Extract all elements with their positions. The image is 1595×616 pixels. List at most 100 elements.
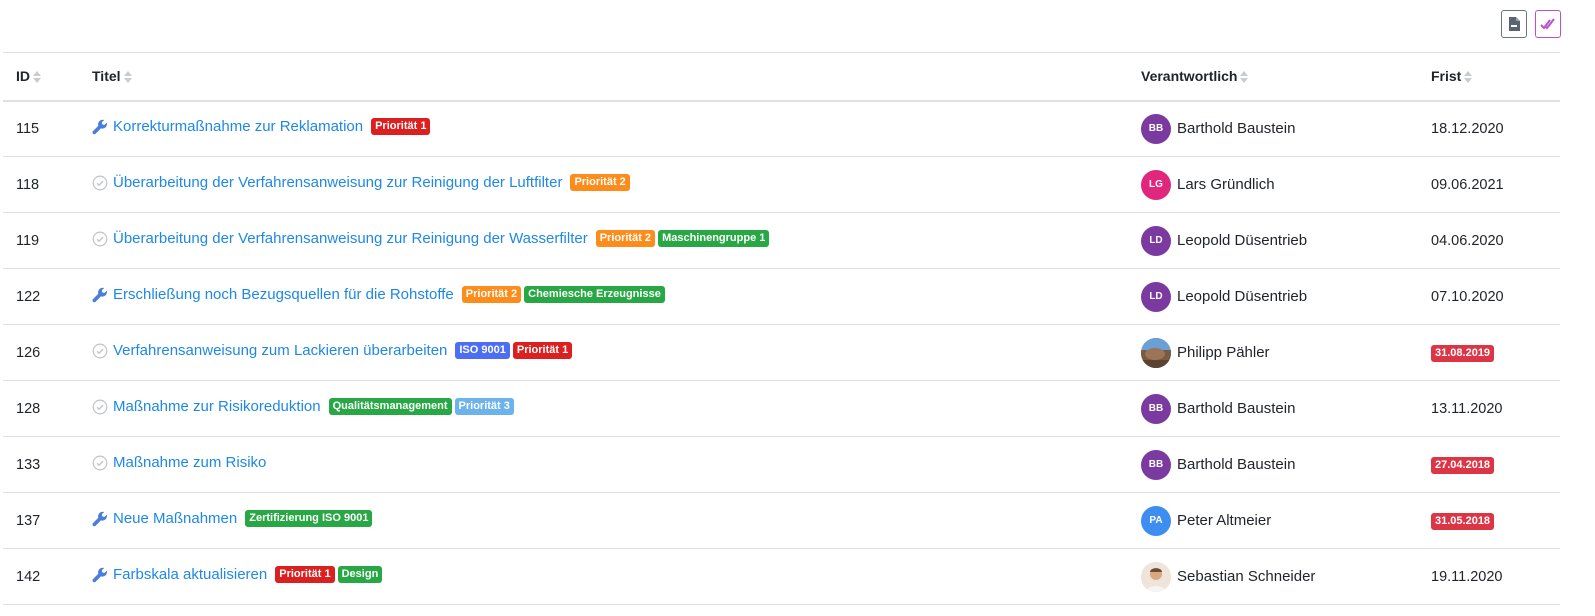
id-cell: 115 — [3, 100, 79, 157]
avatar — [1141, 337, 1171, 368]
avatar: LD — [1141, 225, 1171, 256]
owner-cell: BB Barthold Baustein — [1128, 100, 1418, 157]
due-cell: 13.11.2020 — [1418, 380, 1560, 437]
table-row[interactable]: 142 Farbskala aktualisieren Priorität 1D… — [3, 548, 1560, 605]
title-cell: Überarbeitung der Verfahrensanweisung zu… — [79, 212, 1128, 269]
tag-badge: Maschinengruppe 1 — [658, 230, 770, 247]
tag-badge: Chemiesche Erzeugnisse — [524, 286, 665, 303]
table-row[interactable]: 122 Erschließung noch Bezugsquellen für … — [3, 268, 1560, 325]
owner-name: Barthold Baustein — [1177, 120, 1296, 138]
avatar — [1141, 561, 1171, 592]
item-id: 122 — [16, 288, 41, 305]
owner-cell: Philipp Pähler — [1128, 324, 1418, 381]
badge-group: Zertifizierung ISO 9001 — [245, 510, 373, 527]
item-title-link[interactable]: Verfahrensanweisung zum Lackieren überar… — [113, 342, 447, 359]
owner-name: Lars Gründlich — [1177, 176, 1275, 193]
badge-group: Priorität 1 Design — [275, 566, 383, 583]
avatar: LD — [1141, 281, 1171, 312]
tag-badge: Priorität 3 — [454, 398, 514, 415]
sort-icon — [1464, 70, 1473, 83]
due-cell: 18.12.2020 — [1418, 100, 1560, 157]
wrench-icon — [92, 287, 108, 303]
tag-badge: Priorität 1 — [371, 118, 431, 136]
table-row[interactable]: 115 Korrekturmaßnahme zur Reklamation Pr… — [3, 100, 1560, 157]
title-cell: Überarbeitung der Verfahrensanweisung zu… — [79, 156, 1128, 213]
owner-cell: BB Barthold Baustein — [1128, 380, 1418, 437]
table-row[interactable]: 133 Maßnahme zum Risiko BB Barthold Baus… — [3, 436, 1560, 493]
table-row[interactable]: 126 Verfahrensanweisung zum Lackieren üb… — [3, 324, 1560, 381]
avatar-photo — [1141, 337, 1171, 368]
column-header-id[interactable]: ID — [3, 52, 79, 102]
id-cell: 122 — [3, 268, 79, 325]
tag-badge: Qualitätsmanagement — [328, 398, 452, 415]
table-row[interactable]: 118 Überarbeitung der Verfahrensanweisun… — [3, 156, 1560, 213]
due-cell: 04.06.2020 — [1418, 212, 1560, 269]
item-title-link[interactable]: Farbskala aktualisieren — [113, 566, 267, 583]
column-header-due[interactable]: Frist — [1418, 52, 1560, 102]
check-circle-icon — [92, 343, 108, 359]
item-title-link[interactable]: Korrekturmaßnahme zur Reklamation — [113, 118, 363, 135]
badge-group: Priorität 2 Chemiesche Erzeugnisse — [461, 286, 665, 303]
select-all-button[interactable] — [1535, 10, 1561, 38]
avatar: LG — [1141, 169, 1171, 200]
owner-name: Leopold Düsentrieb — [1177, 288, 1308, 305]
check-circle-icon — [92, 175, 108, 191]
badge-group: Priorität 1 — [371, 118, 431, 136]
check-circle-icon — [92, 399, 108, 415]
owner-name: Barthold Baustein — [1177, 456, 1296, 473]
title-cell: Korrekturmaßnahme zur Reklamation Priori… — [79, 100, 1128, 157]
tag-badge: Priorität 2 — [595, 230, 656, 247]
title-cell: Verfahrensanweisung zum Lackieren überar… — [79, 324, 1128, 381]
badge-group: ISO 9001 Priorität 1 — [455, 342, 573, 359]
id-cell: 133 — [3, 436, 79, 493]
item-title-link[interactable]: Neue Maßnahmen — [113, 510, 237, 527]
sort-icon — [123, 70, 132, 83]
due-cell: 19.11.2020 — [1418, 548, 1560, 605]
avatar-photo — [1141, 561, 1171, 592]
avatar: BB — [1141, 449, 1171, 480]
tag-badge: Priorität 2 — [570, 174, 630, 191]
item-title-link[interactable]: Erschließung noch Bezugsquellen für die … — [113, 286, 454, 303]
due-cell: 31.08.2019 — [1418, 324, 1560, 381]
due-cell: 27.04.2018 — [1418, 436, 1560, 493]
title-cell: Farbskala aktualisieren Priorität 1 Desig… — [79, 548, 1128, 605]
owner-name: Sebastian Schneider — [1177, 568, 1316, 585]
id-cell: 119 — [3, 212, 79, 269]
item-title-link[interactable]: Maßnahme zur Risikoreduktion — [113, 398, 321, 415]
due-cell: 09.06.2021 — [1418, 156, 1560, 213]
column-header-owner[interactable]: Verantwortlich — [1128, 52, 1418, 102]
owner-name: Philipp Pähler — [1177, 344, 1270, 361]
due-date: 19.11.2020 — [1431, 568, 1503, 585]
badge-group: Priorität 2 Maschinengruppe 1 — [595, 230, 770, 247]
export-button[interactable] — [1501, 10, 1527, 38]
check-circle-icon — [92, 231, 108, 247]
item-title-link[interactable]: Maßnahme zum Risiko — [113, 454, 266, 471]
item-id: 118 — [16, 176, 40, 193]
owner-cell: Sebastian Schneider — [1128, 548, 1418, 605]
tag-badge: Design — [337, 566, 383, 583]
id-cell: 137 — [3, 492, 79, 549]
badge-group: Qualitätsmanagement Priorität 3 — [328, 398, 514, 415]
file-export-icon — [1509, 17, 1520, 31]
due-date: 07.10.2020 — [1431, 288, 1504, 305]
wrench-icon — [92, 567, 108, 583]
table-row[interactable]: 137 Neue Maßnahmen Zertifizierung ISO 90… — [3, 492, 1560, 549]
id-cell: 128 — [3, 380, 79, 437]
title-cell: Neue Maßnahmen Zertifizierung ISO 9001 — [79, 492, 1128, 549]
overdue-date-badge: 27.04.2018 — [1431, 456, 1495, 474]
id-cell: 118 — [3, 156, 79, 213]
item-title-link[interactable]: Überarbeitung der Verfahrensanweisung zu… — [113, 174, 562, 191]
column-header-title[interactable]: Titel — [79, 52, 1128, 102]
owner-name: Barthold Baustein — [1177, 400, 1296, 417]
tag-badge: Zertifizierung ISO 9001 — [245, 510, 373, 527]
sort-icon — [33, 70, 41, 83]
table-row[interactable]: 128 Maßnahme zur Risikoreduktion Qualitä… — [3, 380, 1560, 437]
overdue-date-badge: 31.08.2019 — [1431, 344, 1495, 362]
overdue-date-badge: 31.05.2018 — [1431, 512, 1495, 530]
item-title-link[interactable]: Überarbeitung der Verfahrensanweisung zu… — [113, 230, 588, 247]
item-id: 133 — [16, 456, 41, 473]
item-id: 119 — [16, 232, 40, 249]
item-id: 142 — [16, 568, 41, 585]
table-row[interactable]: 119 Überarbeitung der Verfahrensanweisun… — [3, 212, 1560, 269]
check-circle-icon — [92, 455, 108, 471]
